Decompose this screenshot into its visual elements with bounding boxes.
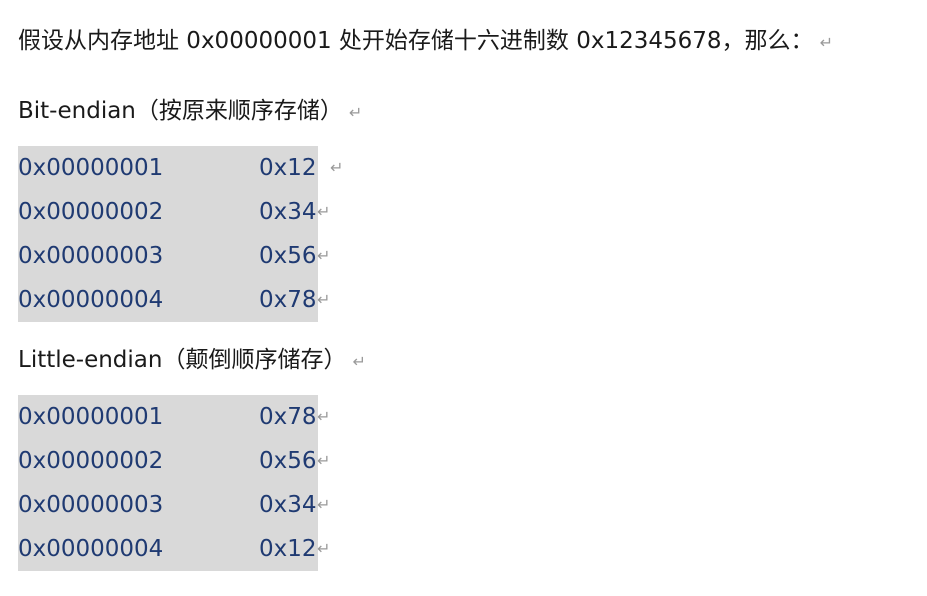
big-endian-heading-text: Bit-endian（按原来顺序存储） — [18, 98, 343, 124]
intro-paragraph: 假设从内存地址 0x00000001 处开始存储十六进制数 0x12345678… — [18, 25, 833, 59]
table-row: 0x00000002 0x56 ↵ — [18, 439, 330, 483]
intro-text: 假设从内存地址 0x00000001 处开始存储十六进制数 0x12345678… — [18, 28, 814, 54]
address-cell: 0x00000001 — [18, 404, 164, 430]
paragraph-mark-icon: ↵ — [317, 290, 331, 309]
little-endian-table: 0x00000001 0x78 ↵ 0x00000002 0x56 ↵ 0x00… — [18, 395, 330, 571]
paragraph-mark-icon: ↵ — [317, 407, 331, 426]
little-endian-heading-text: Little-endian（颠倒顺序储存） — [18, 347, 347, 373]
paragraph-mark-icon: ↵ — [352, 352, 366, 371]
table-row: 0x00000003 0x56 ↵ — [18, 234, 330, 278]
paragraph-mark-icon: ↵ — [317, 495, 331, 514]
paragraph-mark-icon: ↵ — [317, 539, 331, 558]
big-endian-table: 0x00000001 0x12 ↵ 0x00000002 0x34 ↵ 0x00… — [18, 146, 343, 322]
address-cell: 0x00000002 — [18, 448, 164, 474]
paragraph-mark-icon: ↵ — [317, 202, 331, 221]
table-row: 0x00000003 0x34 ↵ — [18, 483, 330, 527]
paragraph-mark-icon: ↵ — [317, 246, 331, 265]
big-endian-heading: Bit-endian（按原来顺序存储） ↵ — [18, 95, 362, 129]
address-cell: 0x00000004 — [18, 287, 164, 313]
address-cell: 0x00000004 — [18, 536, 164, 562]
table-row: 0x00000004 0x12 ↵ — [18, 527, 330, 571]
address-cell: 0x00000003 — [18, 243, 164, 269]
value-cell: 0x12 — [259, 155, 317, 181]
value-cell: 0x78 — [259, 287, 317, 313]
value-cell: 0x56 — [259, 448, 317, 474]
table-row: 0x00000001 0x78 ↵ — [18, 395, 330, 439]
address-cell: 0x00000001 — [18, 155, 164, 181]
address-cell: 0x00000003 — [18, 492, 164, 518]
value-cell: 0x78 — [259, 404, 317, 430]
table-row: 0x00000001 0x12 ↵ — [18, 146, 343, 190]
paragraph-mark-icon: ↵ — [819, 33, 833, 52]
value-cell: 0x34 — [259, 199, 317, 225]
table-row: 0x00000004 0x78 ↵ — [18, 278, 330, 322]
table-row: 0x00000002 0x34 ↵ — [18, 190, 330, 234]
value-cell: 0x56 — [259, 243, 317, 269]
paragraph-mark-icon: ↵ — [317, 451, 331, 470]
value-cell: 0x34 — [259, 492, 317, 518]
address-cell: 0x00000002 — [18, 199, 164, 225]
little-endian-heading: Little-endian（颠倒顺序储存） ↵ — [18, 344, 366, 378]
paragraph-mark-icon: ↵ — [348, 103, 363, 122]
value-cell: 0x12 — [259, 536, 317, 562]
paragraph-mark-icon: ↵ — [330, 158, 344, 177]
